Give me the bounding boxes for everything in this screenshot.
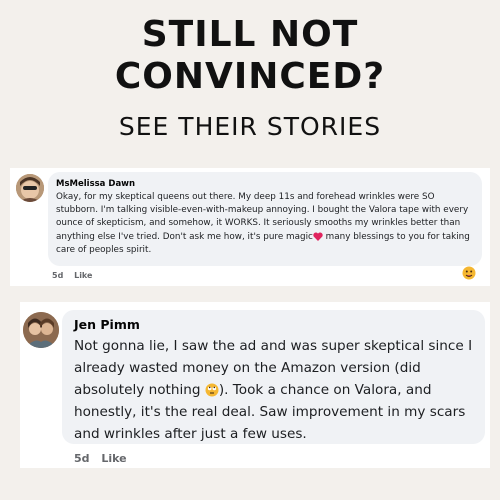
comment-text: Okay, for my skeptical queens out there.…	[56, 191, 476, 257]
eye-roll-emoji-icon	[205, 383, 219, 397]
avatar[interactable]	[16, 174, 44, 202]
headline: STILL NOT CONVINCED?	[0, 14, 500, 98]
avatar[interactable]	[23, 312, 59, 348]
comment-author[interactable]: MsMelissa Dawn	[56, 178, 476, 190]
headline-line-1: STILL NOT	[141, 14, 359, 55]
comment-text: Not gonna lie, I saw the ad and was supe…	[74, 335, 477, 445]
comment-meta: 5d Like	[74, 452, 127, 465]
comment-bubble: MsMelissa Dawn Okay, for my skeptical qu…	[48, 172, 482, 266]
profile-photo-icon	[16, 174, 44, 202]
comment-meta: 5d Like	[52, 271, 92, 280]
comment-time[interactable]: 5d	[74, 452, 90, 465]
heart-icon	[313, 232, 323, 241]
subheadline: SEE THEIR STORIES	[118, 112, 382, 141]
comment-bubble: Jen Pimm Not gonna lie, I saw the ad and…	[62, 310, 485, 444]
comment-card-1: MsMelissa Dawn Okay, for my skeptical qu…	[10, 168, 490, 286]
comment-time[interactable]: 5d	[52, 271, 63, 280]
headline-line-2: CONVINCED?	[114, 56, 386, 97]
like-button[interactable]: Like	[74, 271, 92, 280]
face-emoji-icon[interactable]	[462, 266, 476, 280]
like-button[interactable]: Like	[101, 452, 126, 465]
comment-author[interactable]: Jen Pimm	[74, 317, 477, 333]
profile-photo-icon	[23, 312, 59, 348]
comment-card-2: Jen Pimm Not gonna lie, I saw the ad and…	[20, 302, 490, 468]
